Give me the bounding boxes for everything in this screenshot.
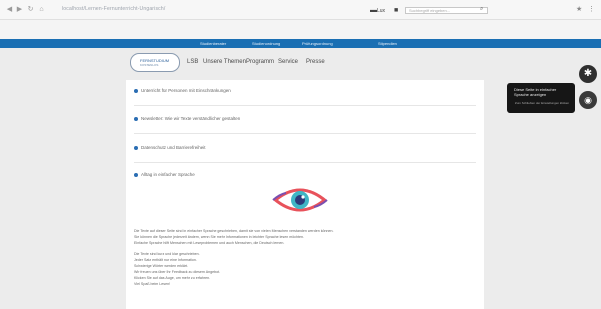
paragraph-line: Die Texte sind kurz und klar geschrieben… [134, 252, 200, 256]
top-link-1[interactable]: Studienberater [200, 41, 226, 46]
eye-icon[interactable] [270, 185, 330, 215]
print-icon[interactable]: ▬ [370, 7, 377, 14]
row-label: Unterricht für Personen mit Einschränkun… [141, 88, 231, 93]
address-text: localhost/Lernen-Fernunterricht-Ungarisc… [62, 6, 166, 12]
extensions-icon[interactable]: ★ [576, 6, 583, 13]
bullet-icon [134, 172, 138, 177]
top-link-3[interactable]: Prüfungsordnung [302, 41, 333, 46]
forward-icon[interactable]: ▶ [16, 6, 23, 13]
row-label: Newsletter: Wie wir Texte verständlicher… [141, 116, 241, 121]
paragraph-line: Einfache Sprache hilft Menschen mit Lese… [134, 241, 285, 245]
paragraph-line: Viel Spaß beim Lesen! [134, 282, 171, 286]
back-icon[interactable]: ◀ [6, 6, 13, 13]
language-label[interactable]: Lux [377, 8, 385, 14]
logo-subtext: KOSTENLOS [140, 63, 159, 67]
divider [134, 162, 476, 163]
search-placeholder: Suchbegriff eingeben... [409, 8, 451, 13]
paragraph-line: Schwierige Wörter werden erklärt. [134, 264, 189, 268]
content-row-2[interactable]: Newsletter: Wie wir Texte verständlicher… [134, 116, 240, 121]
reload-icon[interactable]: ↻ [27, 6, 34, 13]
divider [134, 133, 476, 134]
accessibility-icon[interactable]: ■ [394, 7, 398, 14]
paragraph-line: Jeder Satz enthält nur eine Information. [134, 258, 197, 262]
top-link-4[interactable]: Stipendien [378, 41, 397, 46]
menu-icon[interactable]: ⋮ [588, 6, 595, 13]
menu-themen[interactable]: Unsere Themen [203, 59, 246, 65]
tooltip-subtitle: Zum Schließen der Einstellungen klicken [514, 101, 570, 105]
paragraph-line: Sie können die Sprache jederzeit ändern,… [134, 235, 305, 239]
home-icon[interactable]: ⌂ [38, 6, 45, 13]
search-icon[interactable]: ⌕ [480, 6, 483, 13]
menu-presse[interactable]: Presse [306, 59, 325, 65]
utility-bar [0, 20, 601, 39]
paragraph-line: Wir freuen uns über Ihr Feedback zu dies… [134, 270, 221, 274]
menu-programm[interactable]: Programm [246, 59, 274, 65]
bullet-icon [134, 145, 138, 150]
menu-lsb[interactable]: LSB [187, 59, 198, 65]
content-row-1[interactable]: Unterricht für Personen mit Einschränkun… [134, 88, 231, 93]
settings-widget-icon[interactable]: ◉ [579, 91, 597, 109]
row-label: Alltag in einfacher Sprache [141, 172, 195, 177]
paragraph-line: Klicken Sie auf das Auge, um mehr zu erf… [134, 276, 211, 280]
top-link-2[interactable]: Studienordnung [252, 41, 280, 46]
content-row-4[interactable]: Alltag in einfacher Sprache [134, 172, 195, 177]
divider [134, 105, 476, 106]
bullet-icon [134, 116, 138, 121]
content-row-3[interactable]: Datenschutz und Barrierefreiheit [134, 145, 206, 150]
bullet-icon [134, 88, 138, 93]
row-label: Datenschutz und Barrierefreiheit [141, 145, 206, 150]
menu-service[interactable]: Service [278, 59, 298, 65]
top-link-bar [0, 39, 601, 48]
accessibility-widget-icon[interactable]: ✱ [579, 65, 597, 83]
site-header [0, 48, 601, 78]
tooltip-title: Diese Seite in einfacher Sprache anzeige… [514, 87, 557, 97]
paragraph-line: Die Texte auf dieser Seite sind in einfa… [134, 229, 334, 233]
